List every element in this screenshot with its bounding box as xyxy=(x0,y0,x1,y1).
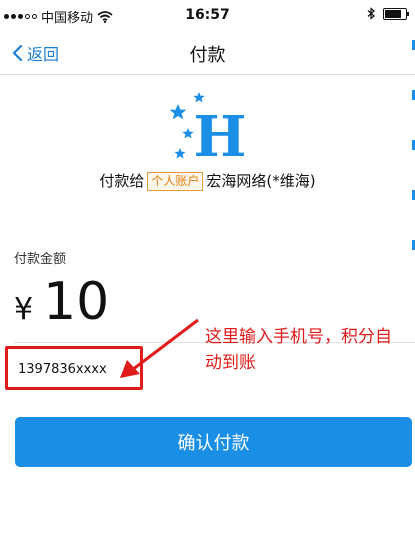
logo-star xyxy=(174,148,186,159)
payee-line: 付款给 个人账户 宏海网络(*维海) xyxy=(0,170,415,191)
amount-value[interactable]: 10 xyxy=(43,272,109,332)
confirm-payment-label: 确认付款 xyxy=(177,433,250,454)
logo-letter: H xyxy=(194,104,247,164)
amount-row: ¥ 10 xyxy=(14,272,109,332)
bluetooth-icon xyxy=(367,7,375,20)
clock: 16:57 xyxy=(185,7,230,23)
merchant-logo: H xyxy=(169,92,247,164)
amount-label: 付款金额 xyxy=(14,252,67,267)
annotation-arrow xyxy=(120,318,199,378)
confirm-payment-button[interactable]: 确认付款 xyxy=(15,417,412,467)
payee-name: 宏海网络(*维海) xyxy=(206,172,316,190)
logo-star xyxy=(193,92,205,103)
page-title: 付款 xyxy=(189,45,226,66)
currency-symbol: ¥ xyxy=(14,292,34,327)
nav-bar: 返回 付款 xyxy=(0,32,415,75)
logo-star xyxy=(182,128,194,139)
logo-star xyxy=(169,104,187,120)
battery-icon xyxy=(383,7,409,20)
status-right xyxy=(367,7,409,20)
annotation-text: 这里输入手机号，积分自动到账 xyxy=(205,327,392,373)
battery-fill xyxy=(385,9,401,18)
status-bar: 中国移动 16:57 xyxy=(0,0,415,32)
payee-prefix: 付款给 xyxy=(99,172,145,190)
account-type-badge: 个人账户 xyxy=(147,172,204,191)
